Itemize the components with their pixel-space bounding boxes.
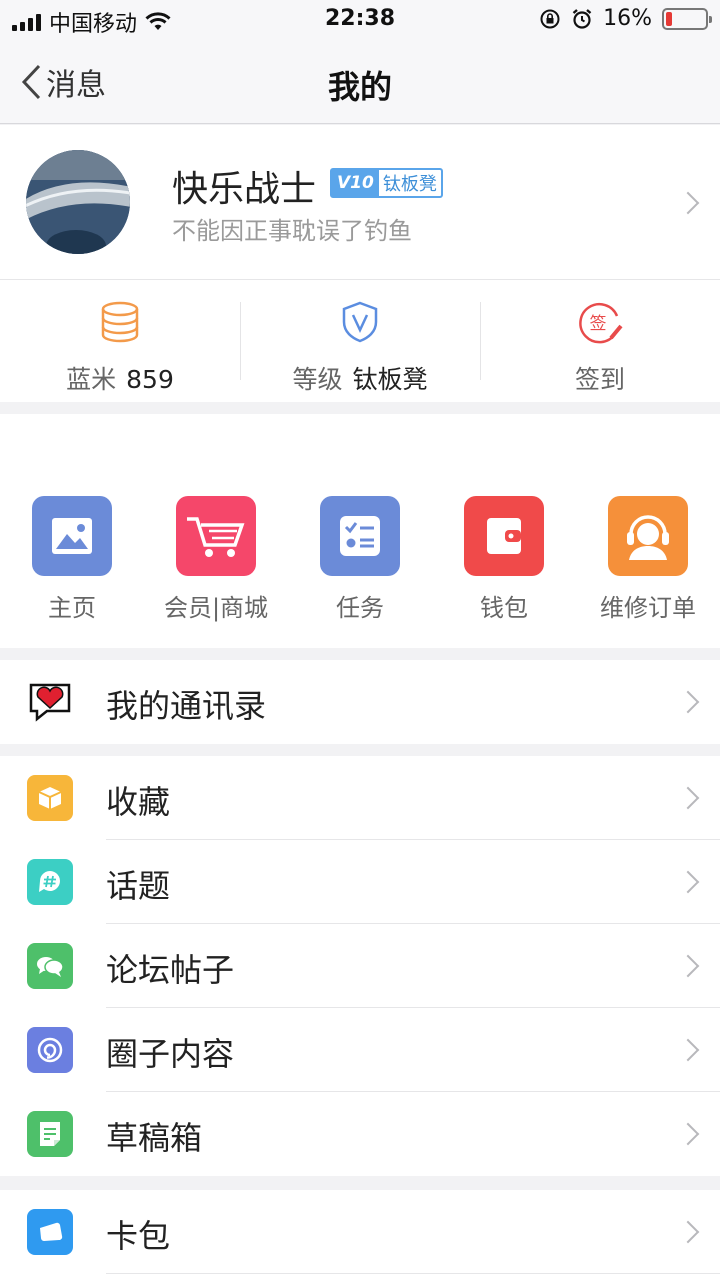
alarm-icon <box>572 8 592 29</box>
contacts-section: 我的通讯录 <box>0 660 720 744</box>
menu-item-topics[interactable]: 话题 <box>0 840 720 924</box>
menu-item-circle-content[interactable]: 圈子内容 <box>0 1008 720 1092</box>
stat-level[interactable]: 等级 钛板凳 <box>240 280 480 402</box>
level-badge: V10 钛板凳 <box>330 168 443 198</box>
stat-label: 签到 <box>574 365 625 394</box>
chevron-right-icon <box>676 786 700 810</box>
menu-item-label: 圈子内容 <box>106 1035 235 1073</box>
menu-item-label: 我的通讯录 <box>106 687 267 725</box>
stats-bar: 蓝米 859 等级 钛板凳 签 签到 <box>0 280 720 402</box>
menu-item-contacts[interactable]: 我的通讯录 <box>0 660 720 744</box>
shopping-cart-icon <box>176 496 256 576</box>
stat-label: 蓝米 <box>66 365 117 394</box>
menu-item-label: 话题 <box>106 867 171 905</box>
profile-card[interactable]: 快乐战士 V10 钛板凳 不能因正事耽误了钓鱼 <box>0 125 720 280</box>
grid-label: 主页 <box>48 594 96 622</box>
grid-item-member-mall[interactable]: 会员|商城 <box>144 496 288 623</box>
chevron-right-icon <box>676 1122 700 1146</box>
page-title: 我的 <box>327 68 392 106</box>
coins-icon <box>101 301 139 343</box>
menu-item-label: 收藏 <box>106 783 171 821</box>
back-button[interactable]: 消息 <box>20 60 106 104</box>
grid-item-home[interactable]: 主页 <box>0 496 144 623</box>
back-label: 消息 <box>46 68 106 103</box>
chevron-right-icon <box>676 690 700 714</box>
user-name: 快乐战士 <box>172 169 317 210</box>
wallet-menu: 卡包 <box>0 1190 720 1280</box>
card-icon <box>27 1209 73 1255</box>
avatar[interactable] <box>26 150 130 254</box>
customer-service-icon <box>608 496 688 576</box>
content-menu: 收藏 话题 论坛帖子 圈子内容 草稿箱 <box>0 756 720 1176</box>
user-signature: 不能因正事耽误了钓鱼 <box>172 217 412 245</box>
stat-value: 859 <box>126 365 174 394</box>
battery-percent: 16% <box>603 6 652 31</box>
grid-label: 钱包 <box>480 594 528 622</box>
chevron-right-icon <box>676 191 700 215</box>
circle-swirl-icon <box>27 1027 73 1073</box>
heart-chat-icon <box>27 679 73 725</box>
nav-bar: 消息 我的 <box>0 40 720 124</box>
task-list-icon <box>320 496 400 576</box>
menu-item-label: 论坛帖子 <box>106 951 235 989</box>
menu-item-forum-posts[interactable]: 论坛帖子 <box>0 924 720 1008</box>
menu-item-label: 草稿箱 <box>106 1119 203 1157</box>
grid-item-wallet[interactable]: 钱包 <box>432 496 576 623</box>
chevron-right-icon <box>676 954 700 978</box>
chevron-right-icon <box>676 1038 700 1062</box>
draft-icon <box>27 1111 73 1157</box>
picture-icon <box>32 496 112 576</box>
wallet-icon <box>464 496 544 576</box>
stat-lanmi[interactable]: 蓝米 859 <box>0 280 240 402</box>
grid-label: 会员|商城 <box>163 594 269 622</box>
stat-label: 等级 <box>292 365 343 394</box>
hashtag-icon <box>27 859 73 905</box>
grid-item-repair-orders[interactable]: 维修订单 <box>576 496 720 623</box>
chat-bubbles-icon <box>27 943 73 989</box>
box-icon <box>27 775 73 821</box>
sign-in-icon-glyph: 签 <box>590 314 607 334</box>
sign-in-icon: 签 <box>579 302 623 344</box>
feature-grid: 主页 会员|商城 任务 钱包 维修订单 <box>0 414 720 648</box>
menu-item-card-wallet[interactable]: 卡包 <box>0 1190 720 1274</box>
chevron-right-icon <box>676 870 700 894</box>
badge-title: 钛板凳 <box>382 174 437 195</box>
shield-v-icon <box>342 301 378 343</box>
grid-label: 维修订单 <box>600 594 696 622</box>
grid-label: 任务 <box>336 594 384 622</box>
menu-item-favorites[interactable]: 收藏 <box>0 756 720 840</box>
stat-value: 钛板凳 <box>352 365 428 394</box>
battery-icon <box>662 7 712 30</box>
chevron-left-icon <box>21 64 41 100</box>
menu-item-drafts[interactable]: 草稿箱 <box>0 1092 720 1176</box>
orientation-lock-icon <box>540 9 560 28</box>
badge-level: V10 <box>332 170 379 196</box>
chevron-right-icon <box>676 1220 700 1244</box>
menu-item-label: 卡包 <box>106 1217 171 1255</box>
stat-sign-in[interactable]: 签 签到 <box>480 280 720 402</box>
grid-item-tasks[interactable]: 任务 <box>288 496 432 623</box>
status-bar: 中国移动 22:38 16% <box>0 0 720 40</box>
